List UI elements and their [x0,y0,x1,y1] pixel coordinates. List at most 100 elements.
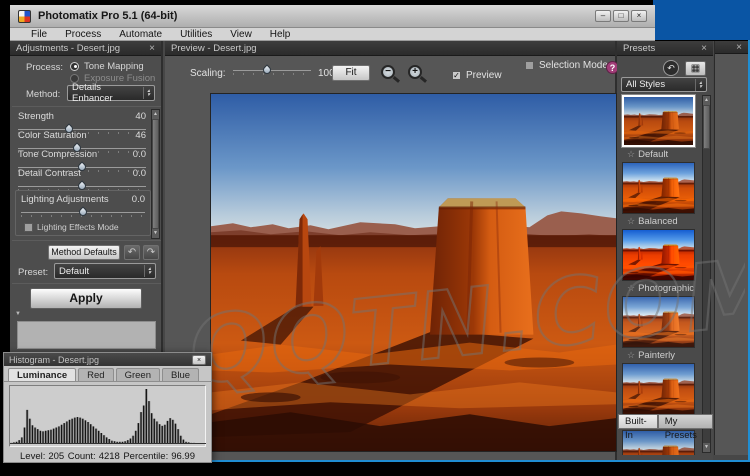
undo-icon[interactable]: ↶ [124,245,140,260]
preset-label: Photographic [638,283,694,294]
histogram-window[interactable]: Histogram - Desert.jpg × LuminanceRedGre… [3,352,212,463]
histogram-tab-green[interactable]: Green [116,368,160,381]
preview-header[interactable]: Preview - Desert.jpg [165,41,615,56]
histogram-stat: Count:4218 [68,451,120,462]
preset-item-default[interactable]: ☆Default [620,95,700,159]
star-icon[interactable]: ☆ [627,283,635,294]
slider-value: 0.0 [133,149,146,160]
lighting-effects-checkbox[interactable] [24,223,33,232]
scrollbar-thumb[interactable] [152,119,159,229]
menu-view[interactable]: View [221,29,261,40]
grid-view-icon[interactable]: ▦ [685,61,706,76]
preview-image[interactable] [211,94,616,451]
zoom-out-icon[interactable]: − [381,65,395,79]
presets-header-label: Presets [623,43,655,54]
method-select[interactable]: Details Enhancer ▴▾ [67,85,155,101]
preview-checkbox[interactable]: ✓ [452,71,461,80]
window-minimize-button[interactable]: – [595,10,611,22]
adjustments-header[interactable]: Adjustments - Desert.jpg × [10,41,161,56]
preset-item-photographic[interactable]: ☆Photographic [620,229,700,293]
side-panel: × [714,41,748,455]
preset-item-balanced[interactable]: ☆Balanced [620,162,700,226]
stat-label: Percentile: [123,451,168,462]
scaling-slider[interactable] [233,63,311,76]
scrollbar-thumb[interactable] [703,105,710,149]
histogram-stat: Level:205 [20,451,64,462]
title-bar[interactable]: Photomatix Pro 5.1 (64-bit) –□× [10,5,655,28]
menu-file[interactable]: File [22,29,56,40]
preset-thumbnail[interactable] [622,296,695,348]
spinner-icon[interactable]: ▴▾ [695,79,702,91]
radio-icon[interactable] [70,62,79,71]
method-label: Method: [26,89,60,100]
presets-header[interactable]: Presets × [617,41,713,56]
fit-button[interactable]: Fit [332,65,370,81]
window-close-button[interactable]: × [631,10,647,22]
menu-help[interactable]: Help [261,29,300,40]
close-icon[interactable]: × [736,42,742,53]
histogram-title-bar[interactable]: Histogram - Desert.jpg × [4,353,211,366]
histogram-tab-blue[interactable]: Blue [162,368,199,381]
slider-value: 0.0 [133,168,146,179]
menu-utilities[interactable]: Utilities [171,29,221,40]
slider-label: Detail Contrast [18,168,81,179]
preset-select[interactable]: Default ▴▾ [54,263,156,279]
scroll-down-icon[interactable]: ▼ [152,229,159,238]
lighting-effects-label: Lighting Effects Mode [37,222,119,232]
preset-thumbnail[interactable] [622,363,695,415]
close-icon[interactable]: × [192,355,206,365]
star-icon[interactable]: ☆ [627,149,635,160]
slider-track-line [233,70,311,71]
adjustments-scrollbar[interactable]: ▲ ▼ [151,109,160,239]
histogram-stats: Level:205Count:4218Percentile:96.99 [4,450,211,462]
presets-scrollbar[interactable]: ▲ ▼ [702,95,711,453]
back-arrow-icon[interactable]: ↶ [663,60,679,76]
tab-my-presets[interactable]: My Presets [658,414,713,429]
preset-label-row: ☆Painterly [620,348,700,360]
side-panel-header[interactable]: × [715,41,748,54]
lighting-slider[interactable] [21,206,145,218]
style-filter-select[interactable]: All Styles ▴▾ [621,77,707,92]
star-icon[interactable]: ☆ [627,350,635,361]
selection-checkbox-row: Selection Mode [525,60,608,71]
spinner-icon[interactable]: ▴▾ [143,87,150,99]
window-maximize-button[interactable]: □ [613,10,629,22]
preset-item-painterly[interactable]: ☆Painterly [620,296,700,360]
selection-mode-checkbox[interactable] [525,61,534,70]
preset-value: Default [59,266,89,277]
zoom-in-icon[interactable]: + [408,65,422,79]
scroll-down-icon[interactable]: ▼ [703,443,710,452]
screen: Photomatix Pro 5.1 (64-bit) –□× FileProc… [0,0,750,476]
apply-button[interactable]: Apply [30,288,142,309]
method-defaults-button[interactable]: Method Defaults [48,245,120,260]
preset-thumbnail[interactable] [622,229,695,281]
process-options: Tone MappingExposure Fusion [70,60,155,84]
histogram-tabs: LuminanceRedGreenBlue [4,366,211,382]
scroll-up-icon[interactable]: ▲ [703,96,710,105]
tab-built-in[interactable]: Built-In [618,414,658,429]
window-title: Photomatix Pro 5.1 (64-bit) [38,10,177,22]
preview-image-frame [210,93,617,452]
histogram-tab-luminance[interactable]: Luminance [8,368,76,381]
preview-checkbox-row: ✓ Preview [452,70,502,81]
spinner-icon[interactable]: ▴▾ [144,265,151,277]
preset-list: ☆Default☆Balanced☆Photographic☆Painterly… [617,93,701,455]
window-controls: –□× [595,10,647,22]
slider-value: 46 [135,130,146,141]
scroll-up-icon[interactable]: ▲ [152,110,159,119]
close-icon[interactable]: × [149,43,155,54]
histogram-tab-red[interactable]: Red [78,368,113,381]
close-icon[interactable]: × [701,43,707,54]
histogram-title: Histogram - Desert.jpg [9,355,99,365]
redo-icon[interactable]: ↷ [143,245,159,260]
collapse-triangle-icon[interactable]: ▼ [15,311,21,317]
presets-panel: Presets × ↶ ▦ All Styles ▴▾ ☆Default☆Bal… [617,41,713,460]
style-filter-value: All Styles [626,79,665,90]
preset-thumbnail[interactable] [622,95,695,147]
menu-automate[interactable]: Automate [110,29,171,40]
menu-process[interactable]: Process [56,29,110,40]
lighting-group: Lighting Adjustments 0.0 Lighting Effect… [15,190,151,236]
star-icon[interactable]: ☆ [627,216,635,227]
scaling-label: Scaling: [190,68,226,79]
preset-thumbnail[interactable] [622,162,695,214]
